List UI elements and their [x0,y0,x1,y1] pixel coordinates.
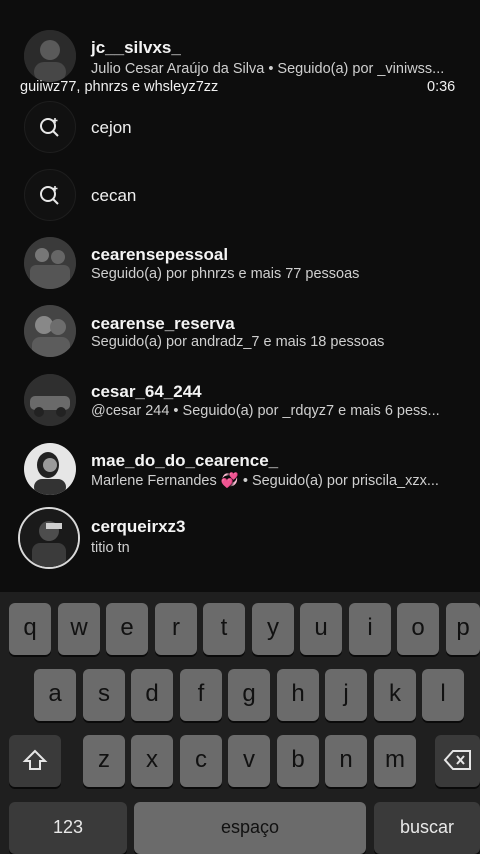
key-q[interactable]: q [9,603,51,655]
shift-arrow-icon [22,749,48,770]
key-s[interactable]: s [83,669,125,721]
key-g[interactable]: g [228,669,270,721]
recent-query-text: cejon [91,118,132,137]
key-e[interactable]: e [106,603,148,655]
key-l[interactable]: l [422,669,464,721]
result-subtitle: Julio Cesar Araújo da Silva • Seguido(a)… [91,61,445,77]
key-n[interactable]: n [325,735,367,787]
result-subtitle: Marlene Fernandes 💞 • Seguido(a) por pri… [91,473,439,489]
result-username: mae_do_do_cearence_ [91,451,279,470]
overlay-caption: guiiwz77, phnrzs e whsleyz7zz [20,79,219,95]
result-subtitle: Seguido(a) por andradz_7 e mais 18 pesso… [91,334,385,350]
result-row-cerqueirxz3[interactable]: cerqueirxz3 titio tn [0,507,480,575]
key-k[interactable]: k [374,669,416,721]
key-t[interactable]: t [203,603,245,655]
avatar [24,305,76,357]
on-screen-keyboard: q w e r t y u i o p a s d f g h j k l z … [0,592,480,854]
search-query-icon-container [24,101,76,153]
overlay-timer: 0:36 [427,79,456,95]
search-results-list: jc__silvxs_ Julio Cesar Araújo da Silva … [0,0,480,592]
result-row-cearense-reserva[interactable]: cearense_reserva Seguido(a) por andradz_… [0,305,480,373]
result-username: cerqueirxz3 [91,517,186,536]
key-c[interactable]: c [180,735,222,787]
avatar [24,30,76,82]
result-username: cearense_reserva [91,314,235,333]
key-o[interactable]: o [397,603,439,655]
key-j[interactable]: j [325,669,367,721]
result-row-mae-do-do-cearence[interactable]: mae_do_do_cearence_ Marlene Fernandes 💞 … [0,443,480,511]
key-i[interactable]: i [349,603,391,655]
key-x[interactable]: x [131,735,173,787]
result-username: cearensepessoal [91,245,229,264]
key-d[interactable]: d [131,669,173,721]
avatar [24,237,76,289]
key-f[interactable]: f [180,669,222,721]
key-m[interactable]: m [374,735,416,787]
search-key[interactable]: buscar [374,802,480,854]
recent-search-cecan[interactable]: cecan [0,169,480,237]
key-p[interactable]: p [446,603,480,655]
key-v[interactable]: v [228,735,270,787]
result-subtitle: @cesar 244 • Seguido(a) por _rdqyz7 e ma… [91,403,440,419]
key-h[interactable]: h [277,669,319,721]
key-r[interactable]: r [155,603,197,655]
backspace-icon [443,750,471,770]
key-u[interactable]: u [300,603,342,655]
result-username: cesar_64_244 [91,382,202,401]
result-row-cesar-64-244[interactable]: cesar_64_244 @cesar 244 • Seguido(a) por… [0,374,480,442]
backspace-key[interactable] [435,735,480,787]
search-sparkle-icon [40,118,59,137]
search-sparkle-icon [40,186,59,205]
key-a[interactable]: a [34,669,76,721]
numbers-key[interactable]: 123 [9,802,127,854]
recent-query-text: cecan [91,186,137,205]
key-y[interactable]: y [252,603,294,655]
key-w[interactable]: w [58,603,100,655]
shift-key[interactable] [9,735,61,787]
search-query-icon-container [24,169,76,221]
recent-search-cejon[interactable]: cejon [0,101,480,169]
result-username: jc__silvxs_ [91,38,181,57]
key-b[interactable]: b [277,735,319,787]
result-subtitle: titio tn [91,540,130,556]
avatar [24,443,76,495]
avatar-story-ring [18,507,80,569]
key-z[interactable]: z [83,735,125,787]
result-row-cearensepessoal[interactable]: cearensepessoal Seguido(a) por phnrzs e … [0,237,480,305]
space-key[interactable]: espaço [134,802,366,854]
result-subtitle: Seguido(a) por phnrzs e mais 77 pessoas [91,266,360,282]
avatar [24,374,76,426]
